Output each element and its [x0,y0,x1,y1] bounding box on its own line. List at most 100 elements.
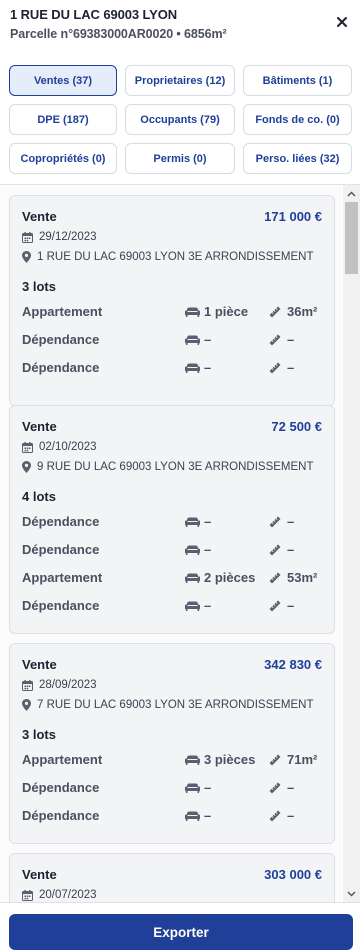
sale-address: 7 RUE DU LAC 69003 LYON 3E ARRONDISSEMEN… [22,695,322,715]
lot-rooms: – [185,598,211,613]
sofa-icon [185,601,200,611]
lot-area-text: – [287,808,295,823]
tab-permis[interactable]: Permis (0) [125,143,235,174]
lot-row: Appartement 3 pièces 71m² [22,747,322,775]
lot-rooms: – [185,514,211,529]
sale-date: 29/12/2023 [22,227,322,247]
ruler-icon [269,516,281,527]
lot-row: Dépendance – – [22,593,322,621]
ruler-icon [269,544,281,555]
lot-rooms: 3 pièces [185,752,255,767]
sale-price: 171 000 € [264,209,322,224]
lot-rooms-text: – [204,542,212,557]
sale-date-text: 02/10/2023 [39,441,97,453]
tab-fonds-de-commerce[interactable]: Fonds de co. (0) [243,104,352,135]
sale-card[interactable]: Vente 171 000 € 29/12/2023 1 RUE DU LAC … [9,195,335,406]
lot-area: 36m² [269,304,317,319]
tab-grid: Ventes (37) Proprietaires (12) Bâtiments… [9,65,353,174]
sale-title: Vente [22,209,57,224]
lot-row: Dépendance – – [22,537,322,565]
sale-card[interactable]: Vente 303 000 € 20/07/2023 [9,853,335,902]
sale-date-text: 20/07/2023 [39,889,97,901]
sale-card[interactable]: Vente 342 830 € 28/09/2023 7 RUE DU LAC … [9,643,335,844]
lot-rooms: 1 pièce [185,304,248,319]
ruler-icon [269,754,281,765]
sale-title: Vente [22,657,57,672]
lot-rooms: – [185,360,211,375]
lot-rooms-text: 3 pièces [204,752,256,767]
sale-price: 303 000 € [264,867,322,882]
lot-row: Dépendance – – [22,803,322,831]
lot-rooms: – [185,808,211,823]
lot-area-text: 71m² [287,752,318,767]
scrollbar[interactable] [343,185,360,902]
sale-address: 1 RUE DU LAC 69003 LYON 3E ARRONDISSEMEN… [22,247,322,267]
lot-type: Dépendance [22,360,100,375]
lot-area: 71m² [269,752,317,767]
tab-occupants[interactable]: Occupants (79) [125,104,235,135]
lot-type: Appartement [22,570,103,585]
lot-row: Dépendance – – [22,355,322,383]
ruler-icon [269,306,281,317]
lot-row: Appartement 1 pièce 36m² [22,299,322,327]
sofa-icon [185,517,200,527]
lot-area: 53m² [269,570,317,585]
scroll-down-icon[interactable] [343,885,360,902]
scrollbar-thumb[interactable] [345,202,358,274]
ruler-icon [269,782,281,793]
lot-rooms-text: – [204,360,212,375]
lot-type: Dépendance [22,780,100,795]
lot-area-text: 36m² [287,304,318,319]
sale-date-text: 29/12/2023 [39,231,97,243]
ruler-icon [269,810,281,821]
tab-coproprietes[interactable]: Copropriétés (0) [9,143,117,174]
sofa-icon [185,755,200,765]
lot-row: Appartement 2 pièces 53m² [22,565,322,593]
map-pin-icon [22,251,31,263]
lot-area-text: – [287,514,295,529]
scroll-up-icon[interactable] [343,185,360,202]
tab-dpe[interactable]: DPE (187) [9,104,117,135]
calendar-icon [22,889,33,901]
map-pin-icon [22,699,31,711]
lot-area-text: 53m² [287,570,318,585]
sale-date: 28/09/2023 [22,675,322,695]
lot-row: Dépendance – – [22,327,322,355]
sale-date: 20/07/2023 [22,885,322,902]
lot-area: – [269,332,294,347]
calendar-icon [22,679,33,691]
sofa-icon [185,335,200,345]
lot-row: Dépendance – – [22,775,322,803]
lot-area-text: – [287,360,295,375]
tab-batiments[interactable]: Bâtiments (1) [243,65,352,96]
sale-title: Vente [22,867,57,882]
lots-count: 3 lots [22,727,56,742]
sale-card[interactable]: Vente 72 500 € 02/10/2023 9 RUE DU LAC 6… [9,405,335,634]
lot-rooms-text: 2 pièces [204,570,256,585]
panel-header: 1 RUE DU LAC 69003 LYON Parcelle n°69383… [0,0,360,50]
lot-area-text: – [287,332,295,347]
lot-rooms-text: 1 pièce [204,304,249,319]
close-icon[interactable] [334,14,350,30]
tab-proprietaires[interactable]: Proprietaires (12) [125,65,235,96]
parcel-info: Parcelle n°69383000AR0020 • 6856m² [10,27,227,41]
tab-personnes-liees[interactable]: Perso. liées (32) [243,143,352,174]
lot-type: Dépendance [22,542,100,557]
lot-type: Appartement [22,304,103,319]
lot-rooms: – [185,542,211,557]
sale-date: 02/10/2023 [22,437,322,457]
lot-rooms-text: – [204,808,212,823]
sale-address: 9 RUE DU LAC 69003 LYON 3E ARRONDISSEMEN… [22,457,322,477]
tab-ventes[interactable]: Ventes (37) [9,65,117,96]
lot-rooms-text: – [204,780,212,795]
sale-address-text: 1 RUE DU LAC 69003 LYON 3E ARRONDISSEMEN… [37,251,314,263]
sofa-icon [185,811,200,821]
sofa-icon [185,783,200,793]
sale-price: 342 830 € [264,657,322,672]
sales-list[interactable]: Vente 171 000 € 29/12/2023 1 RUE DU LAC … [0,185,342,902]
lot-type: Dépendance [22,598,100,613]
lot-type: Dépendance [22,808,100,823]
lot-area-text: – [287,598,295,613]
export-button[interactable]: Exporter [9,914,353,950]
sofa-icon [185,363,200,373]
